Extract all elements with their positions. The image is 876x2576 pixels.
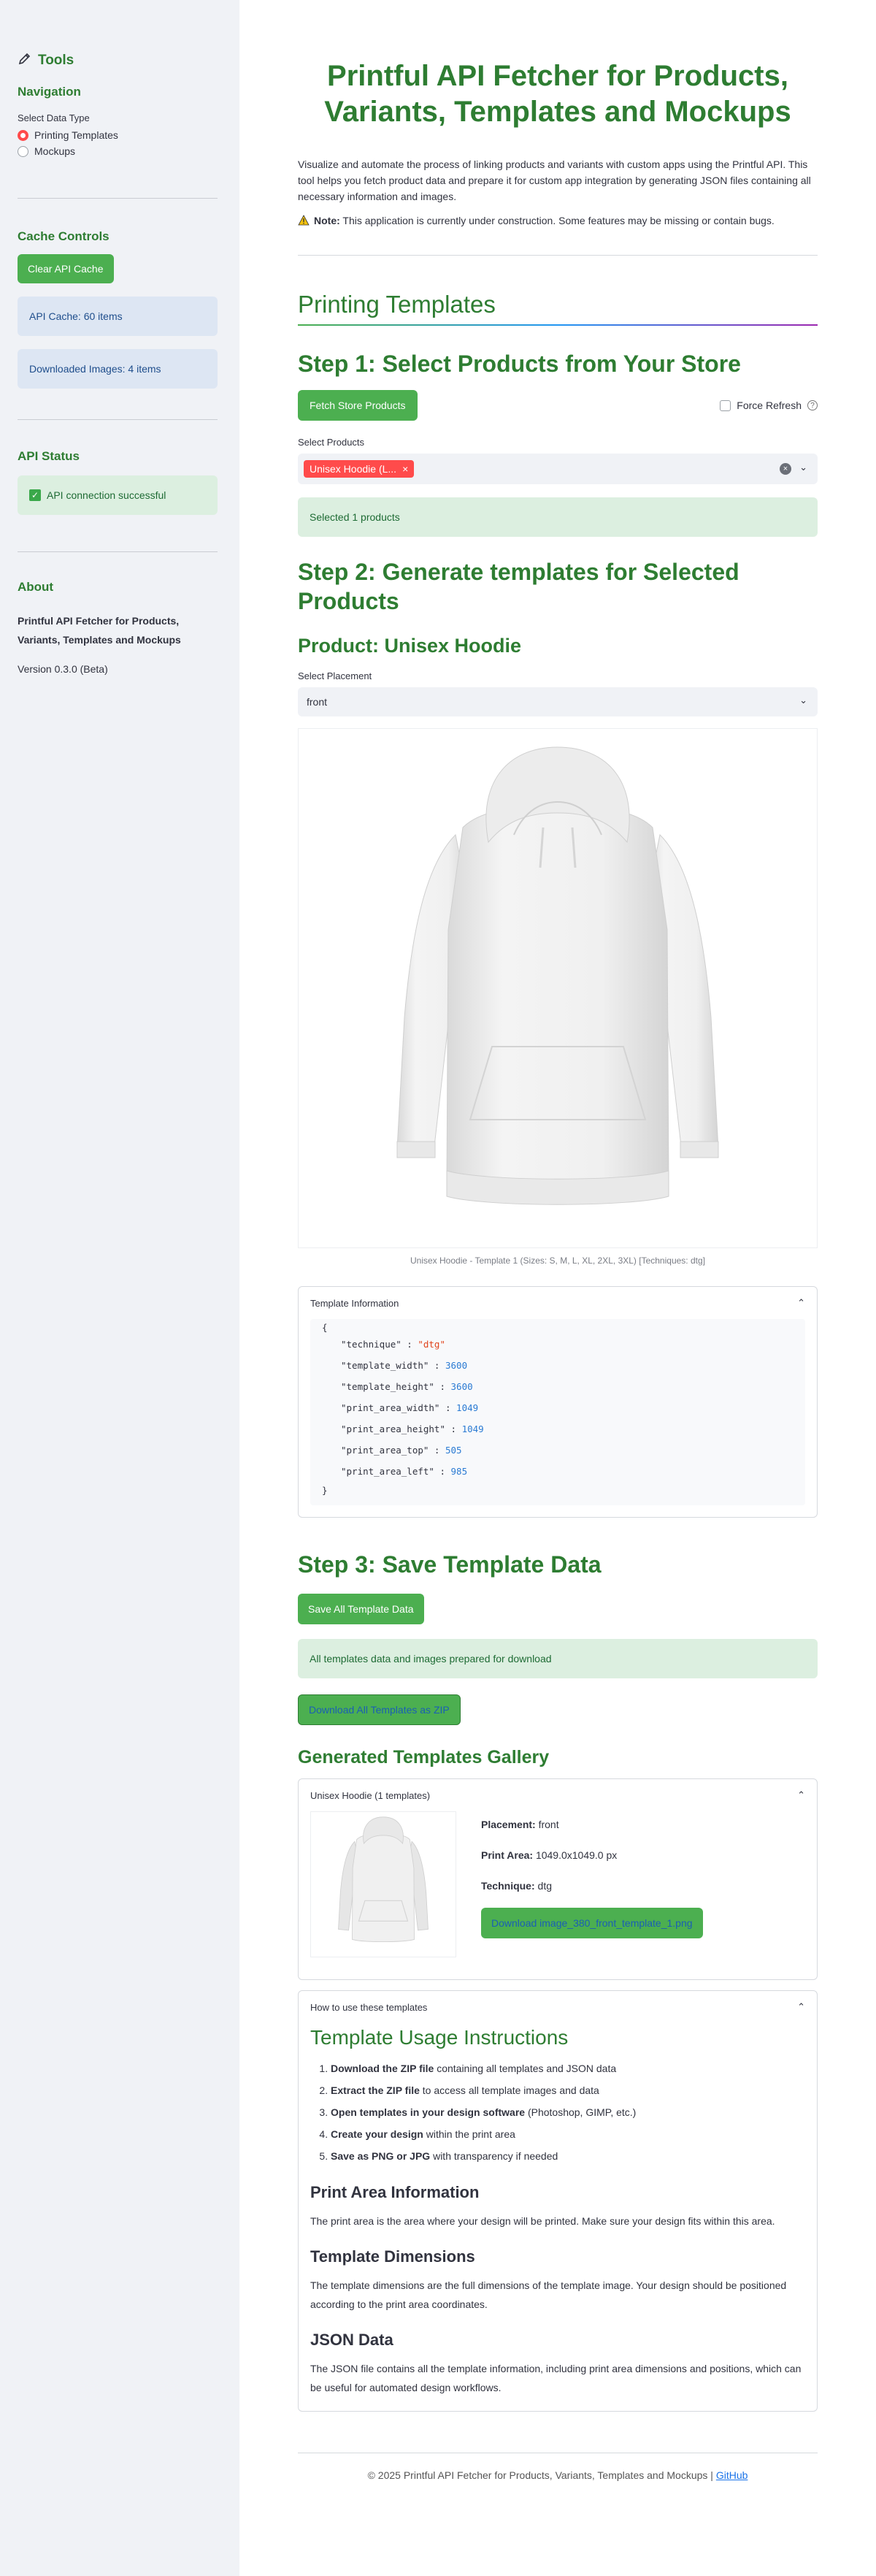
gallery-technique: Technique: dtg bbox=[481, 1880, 552, 1892]
warning-icon bbox=[298, 214, 310, 230]
dimensions-text: The template dimensions are the full dim… bbox=[310, 2279, 787, 2310]
list-item: Download the ZIP file containing all tem… bbox=[331, 2061, 805, 2076]
check-icon: ✓ bbox=[29, 489, 41, 501]
about-heading: About bbox=[18, 580, 54, 594]
dimensions-heading: Template Dimensions bbox=[310, 2247, 475, 2266]
data-type-label: Select Data Type bbox=[18, 112, 90, 123]
footer: © 2025 Printful API Fetcher for Products… bbox=[367, 2469, 748, 2481]
json-data-text: The JSON file contains all the template … bbox=[310, 2362, 802, 2393]
sidebar-tools-title: Tools bbox=[18, 51, 222, 70]
about-text: Printful API Fetcher for Products, Varia… bbox=[18, 615, 181, 646]
force-refresh-checkbox[interactable]: Force Refresh ? bbox=[720, 400, 818, 411]
chip-remove-icon[interactable]: × bbox=[402, 463, 408, 475]
list-item: Save as PNG or JPG with transparency if … bbox=[331, 2149, 805, 2164]
placement-select[interactable]: front ⌄ bbox=[298, 687, 818, 717]
download-zip-button[interactable]: Download All Templates as ZIP bbox=[298, 1694, 461, 1726]
chevron-down-icon[interactable]: ⌄ bbox=[799, 695, 807, 706]
hoodie-thumbnail-image bbox=[338, 1816, 429, 1943]
products-multiselect[interactable]: Unisex Hoodie (L... × × ⌄ bbox=[298, 454, 818, 485]
radio-unselected-icon[interactable] bbox=[18, 145, 28, 157]
chevron-down-icon[interactable]: ⌄ bbox=[799, 462, 807, 473]
radio-selected-icon[interactable] bbox=[18, 129, 28, 141]
prepared-message: All templates data and images prepared f… bbox=[298, 1639, 818, 1679]
page-title: Printful API Fetcher for Products, Varia… bbox=[324, 60, 791, 128]
chevron-up-icon[interactable]: ⌃ bbox=[797, 1297, 805, 1309]
downloaded-images-info: Downloaded Images: 4 items bbox=[18, 349, 218, 389]
api-status-box: ✓ API connection successful bbox=[18, 475, 218, 515]
gallery-placement: Placement: front bbox=[481, 1819, 559, 1831]
gallery-expander: Unisex Hoodie (1 templates) ⌃ Placement:… bbox=[298, 1778, 818, 1981]
section-title: Printing Templates bbox=[298, 291, 496, 318]
template-image bbox=[298, 728, 818, 1249]
product-title: Product: Unisex Hoodie bbox=[298, 635, 522, 657]
section-underline bbox=[298, 324, 818, 326]
construction-note: Note: This application is currently unde… bbox=[298, 213, 818, 230]
gallery-expander-header[interactable]: Unisex Hoodie (1 templates) ⌃ bbox=[299, 1779, 817, 1811]
gallery-thumbnail bbox=[310, 1811, 456, 1958]
print-area-text: The print area is the area where your de… bbox=[310, 2215, 775, 2228]
api-status-heading: API Status bbox=[18, 449, 80, 463]
fetch-store-products-button[interactable]: Fetch Store Products bbox=[298, 390, 418, 421]
version-text: Version 0.3.0 (Beta) bbox=[18, 662, 108, 675]
main-content: Printful API Fetcher for Products, Varia… bbox=[298, 0, 818, 2481]
howto-content: Template Usage Instructions Download the… bbox=[299, 2026, 817, 2397]
list-item: Extract the ZIP file to access all templ… bbox=[331, 2083, 805, 2098]
list-item: Open templates in your design software (… bbox=[331, 2105, 805, 2120]
help-icon[interactable]: ? bbox=[807, 400, 818, 411]
gallery-print-area: Print Area: 1049.0x1049.0 px bbox=[481, 1849, 618, 1862]
hoodie-template-image bbox=[396, 746, 719, 1205]
howto-expander: How to use these templates ⌃ Template Us… bbox=[298, 1990, 818, 2412]
list-item: Create your design within the print area bbox=[331, 2127, 805, 2142]
template-info-header[interactable]: Template Information ⌃ bbox=[299, 1287, 817, 1319]
radio-mockups[interactable]: Mockups bbox=[18, 145, 222, 157]
json-line: "technique" : "dtg" bbox=[341, 1339, 445, 1350]
sidebar: Tools Navigation Select Data Type Printi… bbox=[0, 0, 239, 2576]
selected-count-message: Selected 1 products bbox=[298, 497, 818, 538]
fetch-row: Fetch Store Products Force Refresh ? bbox=[298, 390, 818, 421]
selected-product-chip[interactable]: Unisex Hoodie (L... × bbox=[304, 460, 415, 478]
chevron-up-icon[interactable]: ⌃ bbox=[797, 1789, 805, 1801]
pencil-icon bbox=[18, 51, 32, 70]
gallery-details: Placement: front Print Area: 1049.0x1049… bbox=[481, 1811, 703, 1957]
json-data-heading: JSON Data bbox=[310, 2330, 393, 2349]
json-line: "template_height" : 3600 bbox=[341, 1381, 473, 1393]
sidebar-divider bbox=[18, 198, 218, 199]
placement-label: Select Placement bbox=[298, 670, 372, 682]
clear-cache-button[interactable]: Clear API Cache bbox=[18, 254, 114, 283]
select-products-label: Select Products bbox=[298, 437, 365, 448]
json-open-brace: { bbox=[322, 1321, 328, 1333]
json-line: "print_area_width" : 1049 bbox=[341, 1402, 479, 1414]
step2-title: Step 2: Generate templates for Selected … bbox=[298, 559, 739, 615]
usage-steps: Download the ZIP file containing all tem… bbox=[310, 2061, 805, 2164]
json-line: "print_area_top" : 505 bbox=[341, 1445, 462, 1456]
image-caption: Unisex Hoodie - Template 1 (Sizes: S, M,… bbox=[410, 1255, 705, 1266]
radio-printing-templates[interactable]: Printing Templates bbox=[18, 129, 222, 141]
json-line: "print_area_left" : 985 bbox=[341, 1466, 468, 1478]
step3-title: Step 3: Save Template Data bbox=[298, 1551, 602, 1578]
json-line: "print_area_height" : 1049 bbox=[341, 1423, 484, 1435]
template-info-expander: Template Information ⌃ { "technique" : "… bbox=[298, 1286, 818, 1518]
api-cache-info: API Cache: 60 items bbox=[18, 297, 218, 336]
gallery-title: Generated Templates Gallery bbox=[298, 1747, 550, 1768]
intro-text: Visualize and automate the process of li… bbox=[298, 158, 811, 203]
chevron-up-icon[interactable]: ⌃ bbox=[797, 2001, 805, 2013]
save-all-template-data-button[interactable]: Save All Template Data bbox=[298, 1594, 424, 1625]
download-image-button[interactable]: Download image_380_front_template_1.png bbox=[481, 1908, 703, 1939]
json-line: "template_width" : 3600 bbox=[341, 1360, 468, 1372]
json-close-brace: } bbox=[322, 1484, 328, 1496]
howto-expander-header[interactable]: How to use these templates ⌃ bbox=[299, 1991, 817, 2023]
checkbox-icon[interactable] bbox=[720, 400, 731, 411]
sidebar-divider bbox=[18, 551, 218, 552]
divider bbox=[298, 255, 818, 256]
step1-title: Step 1: Select Products from Your Store bbox=[298, 351, 741, 378]
template-info-json: { "technique" : "dtg" "template_width" :… bbox=[310, 1319, 805, 1506]
print-area-heading: Print Area Information bbox=[310, 2183, 480, 2202]
github-link[interactable]: GitHub bbox=[716, 2469, 748, 2481]
cache-controls-heading: Cache Controls bbox=[18, 229, 110, 243]
clear-selection-icon[interactable]: × bbox=[780, 463, 791, 475]
sidebar-divider bbox=[18, 419, 218, 420]
gallery-item: Placement: front Print Area: 1049.0x1049… bbox=[299, 1811, 817, 1958]
usage-title: Template Usage Instructions bbox=[310, 2026, 569, 2049]
navigation-heading: Navigation bbox=[18, 85, 81, 99]
